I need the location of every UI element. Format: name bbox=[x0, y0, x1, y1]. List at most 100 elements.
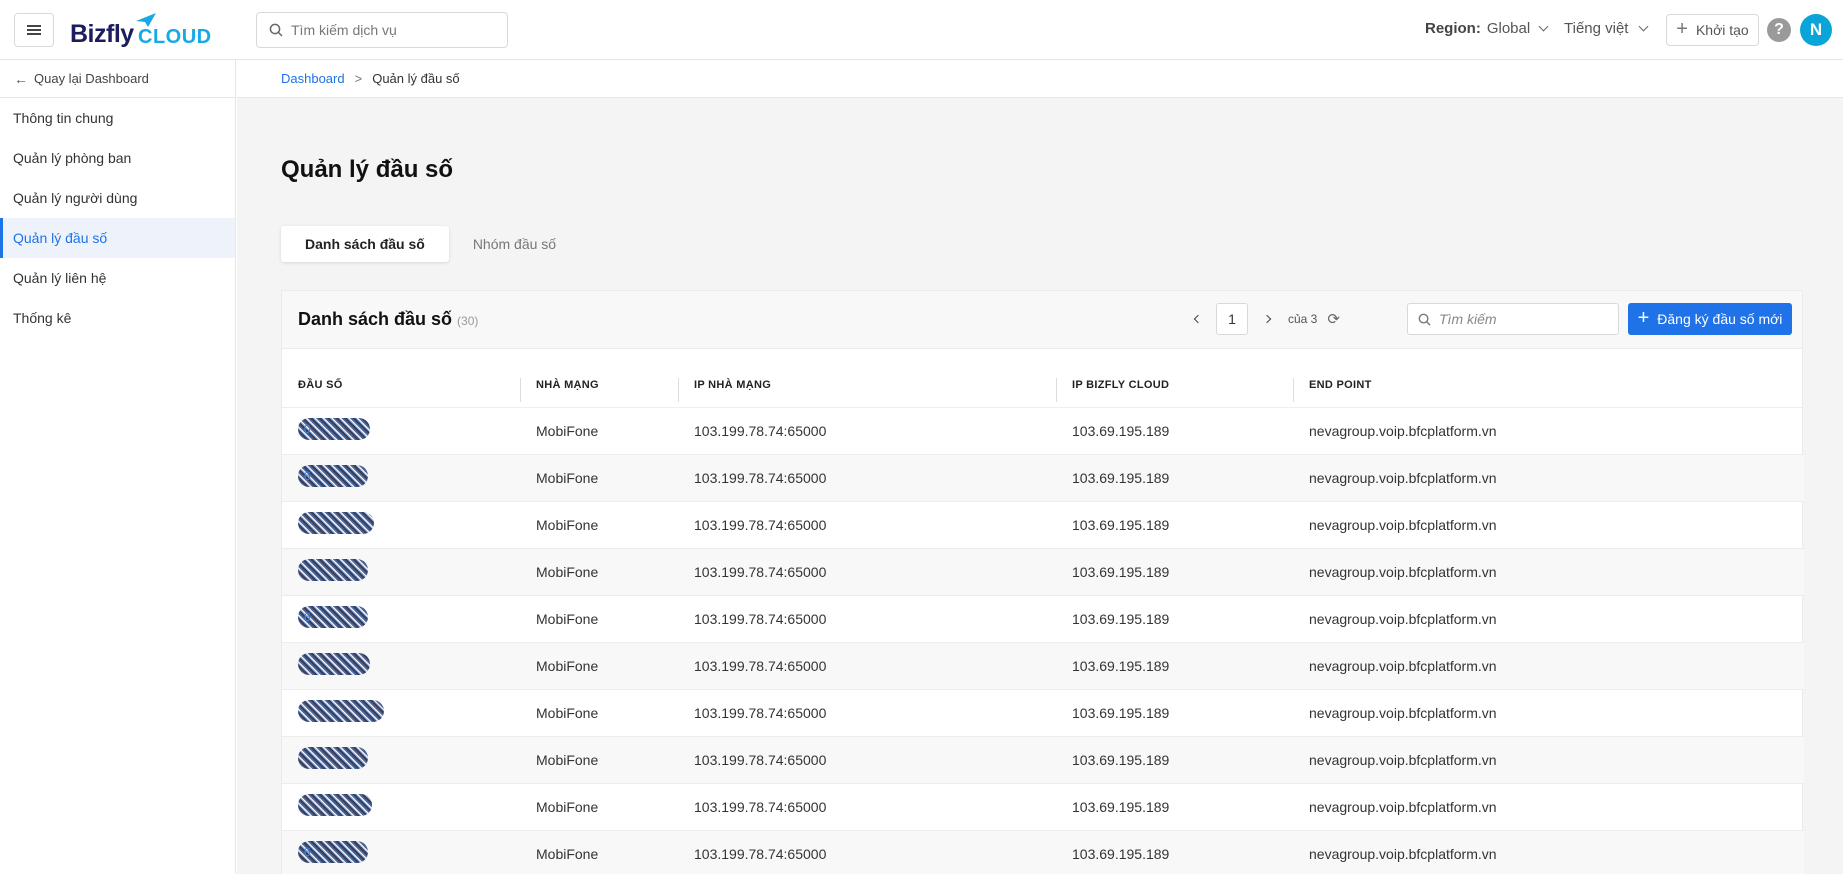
carrier-ip-cell: 103.199.78.74:65000 bbox=[694, 516, 827, 533]
endpoint-cell: nevagroup.voip.bfcplatform.vn bbox=[1309, 610, 1497, 627]
phone-number-link[interactable] bbox=[298, 747, 368, 769]
table-row[interactable]: MobiFone 103.199.78.74:65000 103.69.195.… bbox=[282, 501, 1804, 548]
carrier-ip-cell: 103.199.78.74:65000 bbox=[694, 469, 827, 486]
plus-icon: + bbox=[1676, 18, 1688, 40]
phone-number-link[interactable] bbox=[298, 559, 368, 581]
column-header-carrier-ip[interactable]: IP NHÀ MẠNG bbox=[678, 349, 1056, 407]
phone-number-link[interactable]: 0 bbox=[298, 418, 370, 440]
endpoint-cell: nevagroup.voip.bfcplatform.vn bbox=[1309, 516, 1497, 533]
table-row[interactable]: MobiFone 103.199.78.74:65000 103.69.195.… bbox=[282, 642, 1804, 689]
phone-number-link[interactable]: 6 bbox=[298, 841, 368, 864]
table-row[interactable]: MobiFone 103.199.78.74:65000 103.69.195.… bbox=[282, 689, 1804, 736]
top-header: Bizfly CLOUD Region: Global Tiếng việt +… bbox=[0, 0, 1843, 60]
hamburger-menu-button[interactable] bbox=[14, 13, 54, 47]
phone-number-link[interactable] bbox=[298, 653, 370, 675]
plus-icon: + bbox=[1637, 307, 1650, 329]
bizfly-ip-cell: 103.69.195.189 bbox=[1072, 845, 1170, 862]
bizfly-ip-cell: 103.69.195.189 bbox=[1072, 610, 1170, 627]
service-search-input[interactable] bbox=[291, 22, 491, 38]
sidebar-nav: Thông tin chung Quản lý phòng ban Quản l… bbox=[0, 98, 235, 338]
table-header-row: ĐẦU SỐ NHÀ MẠNG IP NHÀ MẠNG IP BIZFLY CL… bbox=[282, 349, 1804, 407]
carrier-cell: MobiFone bbox=[536, 422, 599, 439]
table-row[interactable]: 6 MobiFone 103.199.78.74:65000 103.69.19… bbox=[282, 454, 1804, 501]
phone-number-link[interactable] bbox=[298, 794, 372, 816]
carrier-ip-cell: 103.199.78.74:65000 bbox=[694, 845, 827, 862]
chevron-right-icon bbox=[1262, 314, 1271, 324]
sidebar-item-users[interactable]: Quản lý người dùng bbox=[0, 178, 235, 218]
service-search[interactable] bbox=[256, 12, 508, 48]
breadcrumb-dashboard-link[interactable]: Dashboard bbox=[281, 71, 345, 86]
carrier-ip-cell: 103.199.78.74:65000 bbox=[694, 610, 827, 627]
help-icon[interactable]: ? bbox=[1767, 18, 1791, 42]
carrier-cell: MobiFone bbox=[536, 563, 599, 580]
bizfly-logo[interactable]: Bizfly CLOUD bbox=[70, 12, 211, 50]
language-selector[interactable]: Tiếng việt bbox=[1564, 20, 1649, 37]
phone-number-link[interactable]: 6 bbox=[298, 606, 368, 628]
sidebar-item-departments[interactable]: Quản lý phòng ban bbox=[0, 138, 235, 178]
tab-number-list[interactable]: Danh sách đầu số bbox=[281, 226, 449, 262]
region-value: Global bbox=[1486, 20, 1531, 37]
endpoint-cell: nevagroup.voip.bfcplatform.vn bbox=[1309, 469, 1497, 486]
phone-number-link[interactable] bbox=[298, 700, 384, 722]
bizfly-ip-cell: 103.69.195.189 bbox=[1072, 469, 1170, 486]
breadcrumb-separator: > bbox=[354, 71, 363, 86]
endpoint-cell: nevagroup.voip.bfcplatform.vn bbox=[1309, 563, 1497, 580]
bizfly-ip-cell: 103.69.195.189 bbox=[1072, 516, 1170, 533]
prev-page-button[interactable] bbox=[1186, 309, 1206, 329]
region-label: Region: bbox=[1425, 20, 1481, 37]
table-row[interactable]: MobiFone 103.199.78.74:65000 103.69.195.… bbox=[282, 736, 1804, 783]
tab-number-groups[interactable]: Nhóm đầu số bbox=[449, 226, 580, 262]
region-selector[interactable]: Region: Global bbox=[1425, 20, 1549, 37]
table-search-input[interactable] bbox=[1439, 311, 1609, 327]
breadcrumb-current: Quản lý đầu số bbox=[372, 71, 460, 86]
carrier-cell: MobiFone bbox=[536, 751, 599, 768]
sidebar-item-general-info[interactable]: Thông tin chung bbox=[0, 98, 235, 138]
phone-number-link[interactable]: 6 bbox=[298, 465, 368, 487]
carrier-ip-cell: 103.199.78.74:65000 bbox=[694, 704, 827, 721]
column-header-number[interactable]: ĐẦU SỐ bbox=[282, 349, 520, 407]
table-search[interactable] bbox=[1407, 303, 1619, 335]
carrier-ip-cell: 103.199.78.74:65000 bbox=[694, 798, 827, 815]
endpoint-cell: nevagroup.voip.bfcplatform.vn bbox=[1309, 751, 1497, 768]
phone-number-link[interactable] bbox=[298, 512, 374, 534]
sidebar-item-statistics[interactable]: Thống kê bbox=[0, 298, 235, 338]
create-button[interactable]: + Khởi tạo bbox=[1666, 14, 1759, 46]
carrier-cell: MobiFone bbox=[536, 704, 599, 721]
column-header-carrier[interactable]: NHÀ MẠNG bbox=[520, 349, 678, 407]
endpoint-cell: nevagroup.voip.bfcplatform.vn bbox=[1309, 704, 1497, 721]
back-to-dashboard-link[interactable]: ← Quay lại Dashboard bbox=[0, 60, 235, 98]
carrier-ip-cell: 103.199.78.74:65000 bbox=[694, 657, 827, 674]
page-number-input[interactable]: 1 bbox=[1216, 303, 1248, 335]
table-row[interactable]: 0 MobiFone 103.199.78.74:65000 103.69.19… bbox=[282, 407, 1804, 454]
pagination: 1 của 3 ⟳ bbox=[1186, 303, 1340, 335]
user-avatar[interactable]: N bbox=[1800, 14, 1832, 46]
chevron-down-icon bbox=[1639, 21, 1649, 32]
table-row[interactable]: 6 MobiFone 103.199.78.74:65000 103.69.19… bbox=[282, 830, 1804, 874]
card-title: Danh sách đầu số bbox=[298, 309, 453, 329]
carrier-cell: MobiFone bbox=[536, 798, 599, 815]
sidebar-item-numbers[interactable]: Quản lý đầu số bbox=[0, 218, 235, 258]
carrier-ip-cell: 103.199.78.74:65000 bbox=[694, 751, 827, 768]
refresh-icon[interactable]: ⟳ bbox=[1327, 310, 1340, 328]
table-row[interactable]: MobiFone 103.199.78.74:65000 103.69.195.… bbox=[282, 783, 1804, 830]
register-number-button[interactable]: + Đăng ký đầu số mới bbox=[1628, 303, 1792, 335]
next-page-button[interactable] bbox=[1258, 309, 1278, 329]
number-list-card: Danh sách đầu số (30) 1 của 3 ⟳ + Đăng k… bbox=[281, 290, 1804, 874]
column-header-bizfly-ip[interactable]: IP BIZFLY CLOUD bbox=[1056, 349, 1293, 407]
endpoint-cell: nevagroup.voip.bfcplatform.vn bbox=[1309, 657, 1497, 674]
breadcrumb: Dashboard > Quản lý đầu số bbox=[237, 60, 1843, 98]
back-link-label: Quay lại Dashboard bbox=[34, 71, 149, 86]
record-count: (30) bbox=[457, 314, 479, 328]
carrier-cell: MobiFone bbox=[536, 845, 599, 862]
arrow-left-icon: ← bbox=[14, 70, 28, 87]
numbers-table: ĐẦU SỐ NHÀ MẠNG IP NHÀ MẠNG IP BIZFLY CL… bbox=[282, 349, 1804, 874]
table-row[interactable]: MobiFone 103.199.78.74:65000 103.69.195.… bbox=[282, 548, 1804, 595]
endpoint-cell: nevagroup.voip.bfcplatform.vn bbox=[1309, 422, 1497, 439]
endpoint-cell: nevagroup.voip.bfcplatform.vn bbox=[1309, 845, 1497, 862]
language-value: Tiếng việt bbox=[1564, 20, 1629, 37]
table-row[interactable]: 6 MobiFone 103.199.78.74:65000 103.69.19… bbox=[282, 595, 1804, 642]
page-total-label: của 3 bbox=[1288, 312, 1318, 326]
sidebar: ← Quay lại Dashboard Thông tin chung Quả… bbox=[0, 60, 236, 874]
sidebar-item-contacts[interactable]: Quản lý liên hệ bbox=[0, 258, 235, 298]
column-header-endpoint[interactable]: END POINT bbox=[1293, 349, 1804, 407]
